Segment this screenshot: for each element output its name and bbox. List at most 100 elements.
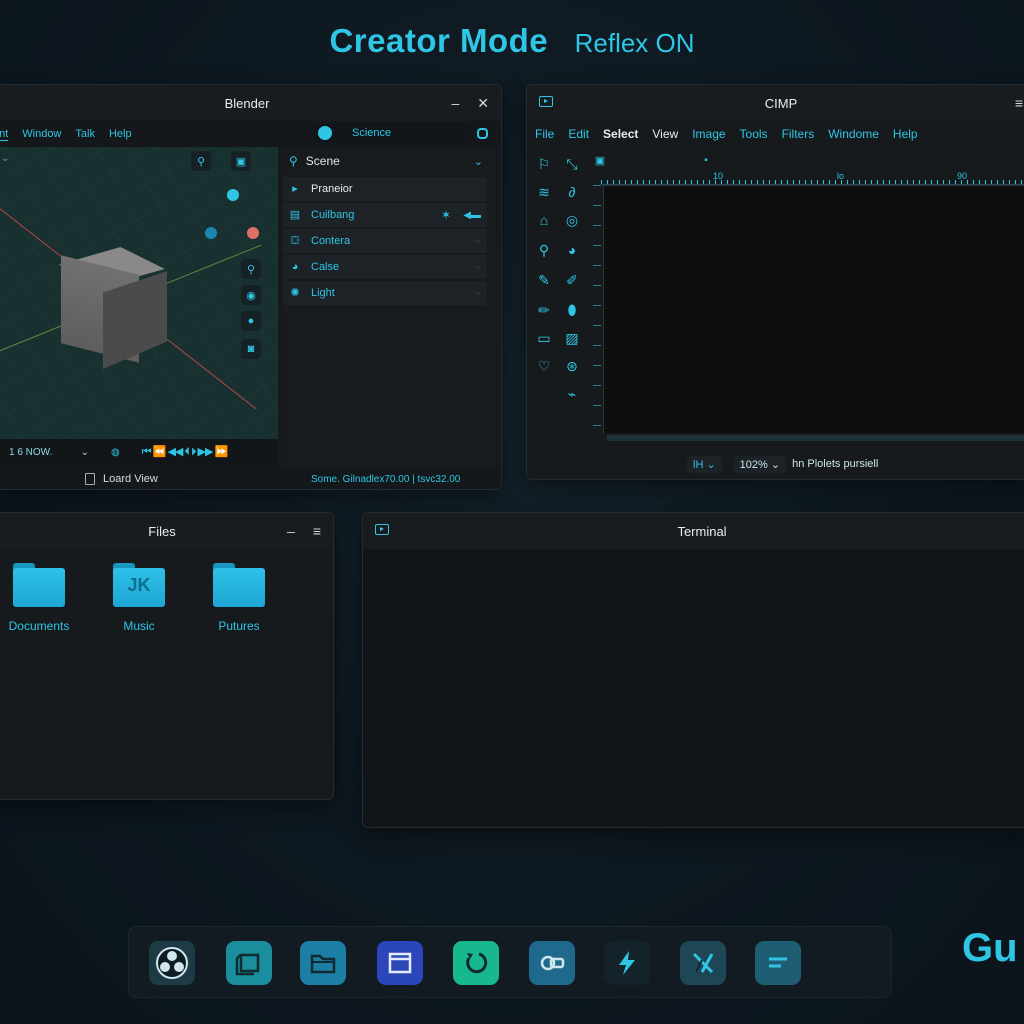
terminal-window: Terminal: [362, 512, 1024, 828]
object-icon: ▤: [289, 209, 301, 221]
document-icon: [85, 473, 95, 485]
gimp-status-bar: lH ⌄ 102% ⌄ hn Plolets pursiell: [527, 447, 1024, 479]
minimize-button[interactable]: –: [451, 95, 459, 111]
eye-icon[interactable]: ◦◦: [475, 288, 481, 298]
minimize-button[interactable]: –: [287, 523, 295, 539]
home-icon[interactable]: ⌂: [533, 209, 555, 231]
folder-pictures[interactable]: Putures: [211, 563, 267, 633]
view-dropdown[interactable]: ⌄: [1, 153, 9, 164]
eraser-tool-icon[interactable]: ⬮: [561, 299, 583, 321]
eye-icon[interactable]: ◦◦: [475, 262, 481, 272]
menu-item[interactable]: Windome: [828, 127, 879, 141]
gizmo-y-icon[interactable]: [205, 227, 217, 239]
gizmo-z-icon[interactable]: [227, 189, 239, 201]
blender-menubar: ont Window Talk Help Science: [0, 121, 501, 147]
files-titlebar[interactable]: Files – ≡: [0, 513, 333, 549]
load-view[interactable]: Loard View: [85, 473, 158, 485]
menu-item[interactable]: View: [652, 127, 678, 141]
workspace-label[interactable]: Science: [318, 126, 405, 140]
unit-selector[interactable]: lH ⌄: [687, 455, 722, 473]
outliner-header[interactable]: ⚲ Scene ⌄: [283, 147, 495, 175]
frame-dropdown[interactable]: 1 6 NOW. ⌄: [9, 447, 89, 458]
menu-item[interactable]: Help: [109, 128, 132, 140]
move-tool-icon[interactable]: ⚐: [533, 153, 555, 175]
screenshot-icon[interactable]: [226, 941, 272, 985]
menu-item[interactable]: ont: [0, 128, 9, 141]
menu-item[interactable]: Tools: [740, 127, 768, 141]
eye-icon[interactable]: ◦◦: [475, 236, 481, 246]
terminal-body[interactable]: [363, 549, 1024, 827]
camera-view-icon[interactable]: ▣: [231, 151, 251, 171]
search-icon[interactable]: ⚲: [241, 259, 261, 279]
files-window: Files – ≡ Documents JK Music Putures: [0, 512, 334, 800]
close-button[interactable]: ✕: [477, 95, 489, 112]
fill-tool-icon[interactable]: ◕: [561, 239, 583, 261]
camera-icon: ⛋: [290, 235, 300, 247]
menu-item[interactable]: Select: [603, 127, 638, 141]
blender-titlebar[interactable]: Blender – ✕: [0, 85, 501, 121]
playback-controls[interactable]: ⏮ ⏪ ◀◀ ⏴ ⏵ ▶▶ ⏩: [142, 445, 228, 459]
autokey-icon[interactable]: ◍: [111, 447, 120, 458]
menu-item[interactable]: Talk: [75, 128, 95, 140]
fuzzy-select-icon[interactable]: ◎: [561, 209, 583, 231]
menu-item[interactable]: Image: [692, 127, 725, 141]
3d-viewport[interactable]: ⌄ ⚲ ▣ ⚲ ◉ ● ◙: [0, 147, 278, 439]
zoom-tool-icon[interactable]: ⚲: [533, 239, 555, 261]
crop-tool-icon[interactable]: ⤡: [561, 153, 583, 175]
zoom-selector[interactable]: 102% ⌄: [733, 455, 787, 473]
image-canvas[interactable]: [603, 185, 1024, 433]
files-icon[interactable]: [300, 941, 346, 985]
pencil-tool-icon[interactable]: ✏: [533, 299, 555, 321]
folder-music[interactable]: JK Music: [111, 563, 167, 633]
guide-icon[interactable]: ▪: [699, 153, 713, 167]
toggle-icon[interactable]: [529, 941, 575, 985]
menu-item[interactable]: File: [535, 127, 554, 141]
camera-icon[interactable]: ◙: [241, 339, 261, 359]
menu-button[interactable]: ≡: [313, 523, 321, 539]
image-tool-icon[interactable]: ▨: [561, 327, 583, 349]
menu-item[interactable]: Edit: [568, 127, 589, 141]
terminal-titlebar[interactable]: Terminal: [363, 513, 1024, 549]
brush-tool-icon[interactable]: ✎: [533, 269, 555, 291]
editor-icon[interactable]: [680, 941, 726, 985]
status-message: hn Plolets pursiell: [792, 458, 879, 470]
dock: [128, 926, 892, 998]
clone-tool-icon[interactable]: ⊛: [561, 355, 583, 377]
obs-icon[interactable]: [149, 941, 195, 985]
layers-tool-icon[interactable]: ≋: [533, 181, 555, 203]
zoom-icon[interactable]: ⚲: [191, 151, 211, 171]
path-tool-icon[interactable]: ✐: [561, 269, 583, 291]
outliner-item[interactable]: ⛋ Contera ◦◦: [283, 229, 487, 253]
folder-documents[interactable]: Documents: [9, 563, 69, 633]
outliner-item[interactable]: ▸ Praneior: [283, 177, 487, 201]
outliner-item[interactable]: ▤ Cuilbang ✶ ◀▬: [283, 203, 487, 227]
scene-icon: ⚲: [289, 154, 298, 168]
window-controls: – ✕: [451, 85, 489, 121]
rect-select-icon[interactable]: ▭: [533, 327, 555, 349]
outliner-item[interactable]: ◕ Calse ◦◦: [283, 255, 487, 279]
menu-item[interactable]: Window: [22, 128, 61, 140]
menu-item[interactable]: Help: [893, 127, 918, 141]
light-icon: ✺: [290, 287, 300, 299]
window-icon[interactable]: [377, 941, 423, 985]
menu-button[interactable]: ≡: [1015, 95, 1023, 111]
lasso-tool-icon[interactable]: ∂: [561, 181, 583, 203]
menu-item[interactable]: Filters: [782, 127, 815, 141]
grab-icon[interactable]: ●: [241, 311, 261, 331]
bolt-icon[interactable]: [604, 941, 650, 985]
record-icon[interactable]: [477, 128, 488, 139]
outliner-item[interactable]: ✺ Light ◦◦: [283, 281, 487, 305]
smudge-tool-icon[interactable]: ⌁: [561, 383, 583, 405]
menu-icon[interactable]: [755, 941, 801, 985]
heart-icon[interactable]: ♡: [533, 355, 555, 377]
chevron-down-icon[interactable]: ⌄: [474, 155, 483, 168]
horizontal-scrollbar[interactable]: [607, 435, 1024, 441]
panel-icon[interactable]: ▣: [593, 153, 607, 167]
blender-title: Blender: [224, 95, 270, 111]
star-icon[interactable]: ✶: [441, 208, 451, 222]
refresh-icon[interactable]: [453, 941, 499, 985]
render-icon[interactable]: ◀▬: [463, 210, 481, 221]
gimp-titlebar[interactable]: CIMP ≡: [527, 85, 1024, 121]
hand-icon[interactable]: ◉: [241, 285, 261, 305]
gizmo-x-icon[interactable]: [247, 227, 259, 239]
